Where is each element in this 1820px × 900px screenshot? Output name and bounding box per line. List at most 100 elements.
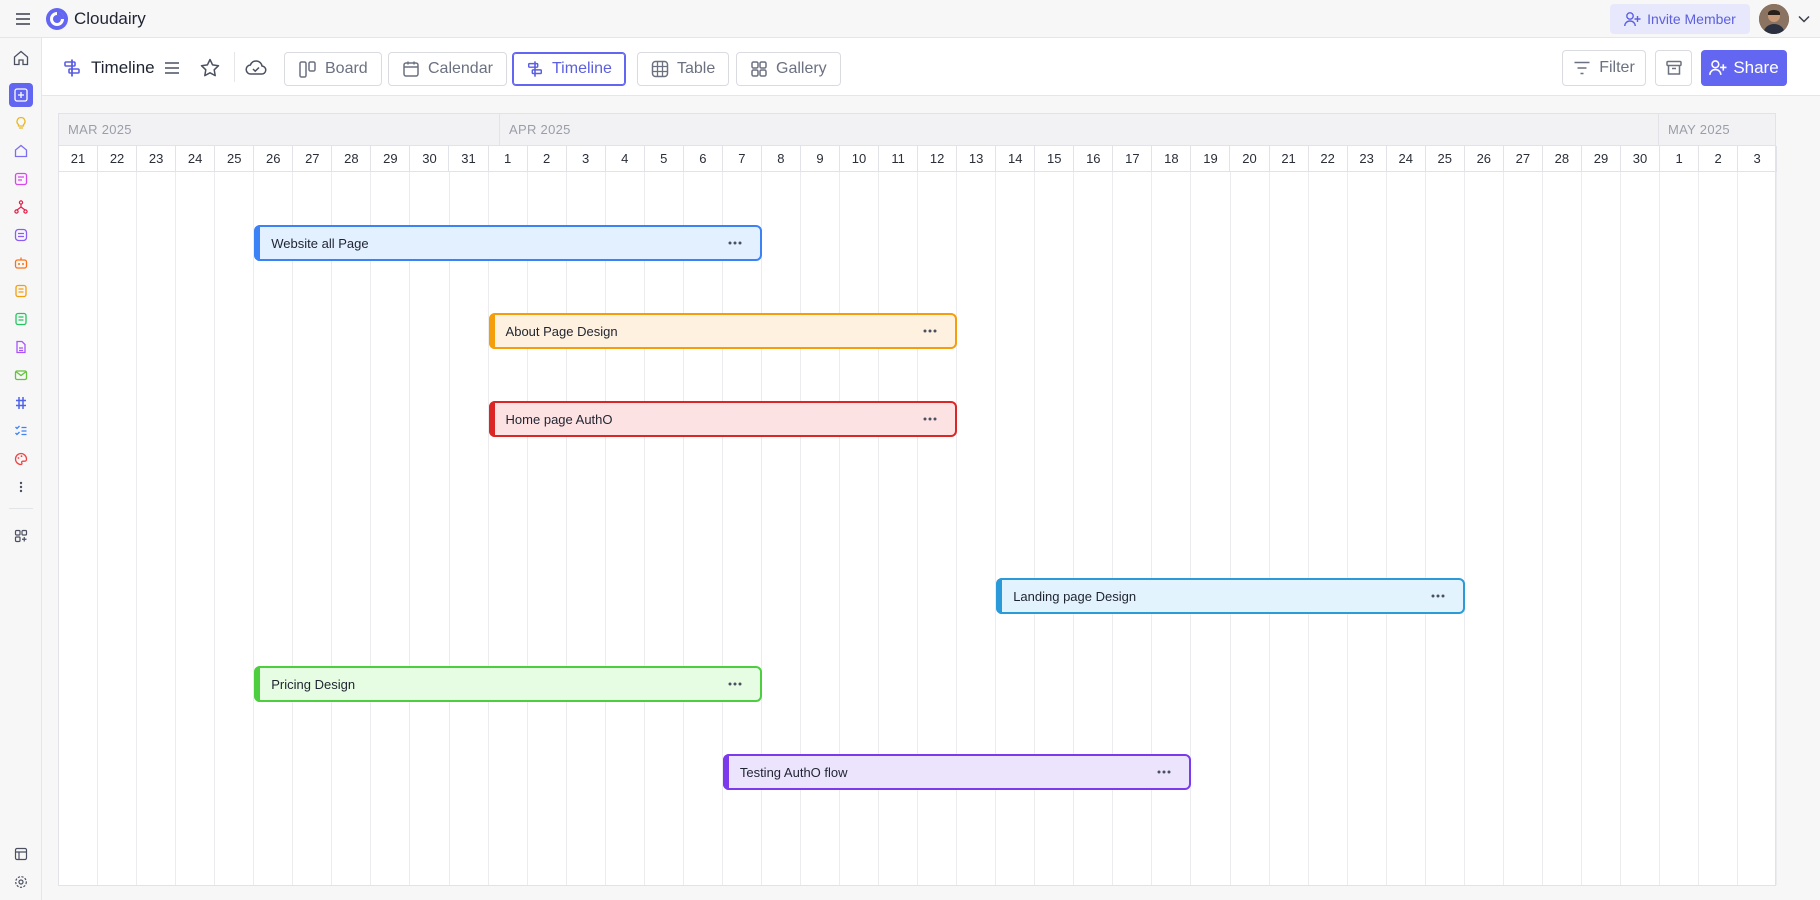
- more-options-icon[interactable]: [726, 236, 744, 250]
- more-options-icon[interactable]: [1429, 589, 1447, 603]
- hamburger-menu-icon[interactable]: [11, 7, 35, 31]
- lightbulb-icon[interactable]: [9, 111, 33, 135]
- settings-gear-icon[interactable]: [9, 870, 33, 894]
- palette-icon[interactable]: [9, 447, 33, 471]
- month-header: MAR 2025: [59, 114, 500, 146]
- day-header-cell: 29: [371, 146, 411, 172]
- day-column-line: [253, 172, 255, 885]
- day-header-cell: 14: [996, 146, 1036, 172]
- mail-icon[interactable]: [9, 363, 33, 387]
- day-header-cell: 20: [1231, 146, 1270, 172]
- page-title: Timeline: [91, 58, 155, 77]
- task-bar[interactable]: Home page AuthO: [488, 401, 958, 437]
- day-column-line: [487, 172, 489, 885]
- day-column-line: [370, 172, 372, 885]
- day-header-cell: 1: [489, 146, 528, 172]
- view-button-table[interactable]: Table: [637, 52, 730, 86]
- robot-icon[interactable]: [9, 251, 33, 275]
- chevron-down-icon[interactable]: [1797, 12, 1811, 26]
- list-menu-icon[interactable]: [162, 58, 182, 78]
- day-header-cell: 27: [293, 146, 333, 172]
- task-bar[interactable]: Pricing Design: [254, 666, 762, 702]
- day-column-line: [1659, 172, 1661, 885]
- day-column-line: [604, 172, 606, 885]
- view-label: Calendar: [428, 60, 493, 77]
- archive-button[interactable]: [1655, 50, 1692, 86]
- task-bar[interactable]: About Page Design: [488, 313, 958, 349]
- task-label: Pricing Design: [271, 676, 356, 692]
- task-label: About Page Design: [505, 323, 618, 339]
- view-button-board[interactable]: Board: [284, 52, 382, 86]
- apps-icon[interactable]: [9, 524, 33, 548]
- left-rail: [0, 38, 42, 900]
- board-icon: [299, 60, 316, 78]
- timeline-icon[interactable]: [9, 391, 33, 415]
- view-button-gallery[interactable]: Gallery: [736, 52, 841, 86]
- day-column-line: [1385, 172, 1387, 885]
- day-header-cell: 22: [98, 146, 138, 172]
- day-header-cell: 10: [840, 146, 880, 172]
- day-column-line: [214, 172, 216, 885]
- share-label: Share: [1733, 58, 1779, 77]
- task-label: Landing page Design: [1013, 588, 1137, 604]
- more-vertical-icon[interactable]: [9, 475, 33, 499]
- day-column-line: [565, 172, 567, 885]
- task-label: Website all Page: [271, 235, 369, 251]
- house-icon[interactable]: [9, 139, 33, 163]
- day-column-line: [136, 172, 138, 885]
- cloud-saved-icon[interactable]: [244, 56, 268, 80]
- document-icon[interactable]: [9, 223, 33, 247]
- app-name: Cloudairy: [74, 8, 146, 28]
- page-icon[interactable]: [9, 307, 33, 331]
- task-label: Home page AuthO: [505, 411, 613, 427]
- day-column-line: [682, 172, 684, 885]
- checklist-icon[interactable]: [9, 419, 33, 443]
- day-header-cell: 11: [879, 146, 919, 172]
- more-options-icon[interactable]: [1155, 765, 1173, 779]
- timeline-icon: [64, 59, 80, 77]
- whiteboard-icon[interactable]: [9, 167, 33, 191]
- view-button-calendar[interactable]: Calendar: [388, 52, 507, 86]
- notes-icon[interactable]: [9, 279, 33, 303]
- day-column-line: [1424, 172, 1426, 885]
- day-header-cell: 21: [1270, 146, 1309, 172]
- day-column-line: [448, 172, 450, 885]
- task-bar[interactable]: Landing page Design: [996, 578, 1465, 614]
- more-options-icon[interactable]: [921, 324, 939, 338]
- month-header: APR 2025: [500, 114, 1659, 146]
- home-icon[interactable]: [9, 46, 33, 70]
- day-header-cell: 2: [1699, 146, 1739, 172]
- task-label: Testing AuthO flow: [739, 764, 848, 780]
- file-icon[interactable]: [9, 335, 33, 359]
- more-options-icon[interactable]: [921, 412, 939, 426]
- month-header-row: MAR 2025 APR 2025 MAY 2025: [59, 114, 1775, 146]
- day-column-line: [1776, 172, 1778, 885]
- avatar[interactable]: [1759, 4, 1789, 34]
- day-column-line: [526, 172, 528, 885]
- day-header-cell: 8: [762, 146, 801, 172]
- day-column-line: [331, 172, 333, 885]
- task-bar[interactable]: Testing AuthO flow: [722, 754, 1192, 790]
- add-board-icon[interactable]: [9, 83, 33, 107]
- day-header-cell: 15: [1035, 146, 1075, 172]
- day-column-line: [175, 172, 177, 885]
- filter-button[interactable]: Filter: [1562, 50, 1646, 86]
- day-column-line: [292, 172, 294, 885]
- day-header-cell: 9: [801, 146, 840, 172]
- day-header-cell: 13: [957, 146, 997, 172]
- day-header-cell: 18: [1152, 146, 1192, 172]
- day-column-line: [409, 172, 411, 885]
- view-button-timeline[interactable]: Timeline: [512, 52, 626, 86]
- day-header-cell: 25: [1426, 146, 1465, 172]
- share-button[interactable]: Share: [1701, 50, 1787, 86]
- invite-member-button[interactable]: Invite Member: [1610, 4, 1750, 34]
- flowchart-icon[interactable]: [9, 195, 33, 219]
- day-header-cell: 17: [1113, 146, 1153, 172]
- more-options-icon[interactable]: [726, 677, 744, 691]
- task-bar[interactable]: Website all Page: [254, 225, 762, 261]
- day-column-line: [1620, 172, 1621, 885]
- day-column-line: [1229, 172, 1231, 885]
- layout-icon[interactable]: [9, 842, 33, 866]
- star-icon[interactable]: [199, 57, 221, 79]
- day-header-cell: 19: [1191, 146, 1231, 172]
